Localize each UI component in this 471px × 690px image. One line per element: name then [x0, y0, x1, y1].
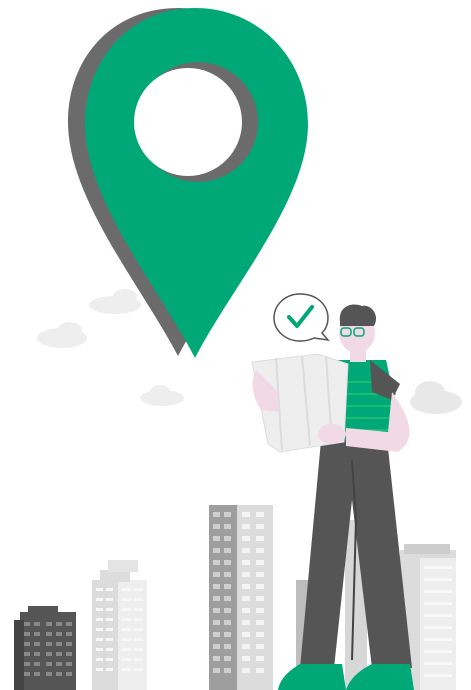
- person-figure: [251, 304, 414, 690]
- cloud-icon-mid: [89, 289, 141, 314]
- cloud-icon-right: [410, 381, 462, 414]
- building-light-left: [92, 560, 147, 690]
- illustration-scene: [0, 0, 471, 690]
- cloud-icon-left: [37, 322, 87, 348]
- building-dark: [14, 606, 76, 690]
- scene-svg: [14, 8, 462, 690]
- cloud-icon-center: [140, 385, 184, 406]
- building-tall-center: [209, 505, 273, 690]
- speech-bubble-icon: [273, 293, 330, 342]
